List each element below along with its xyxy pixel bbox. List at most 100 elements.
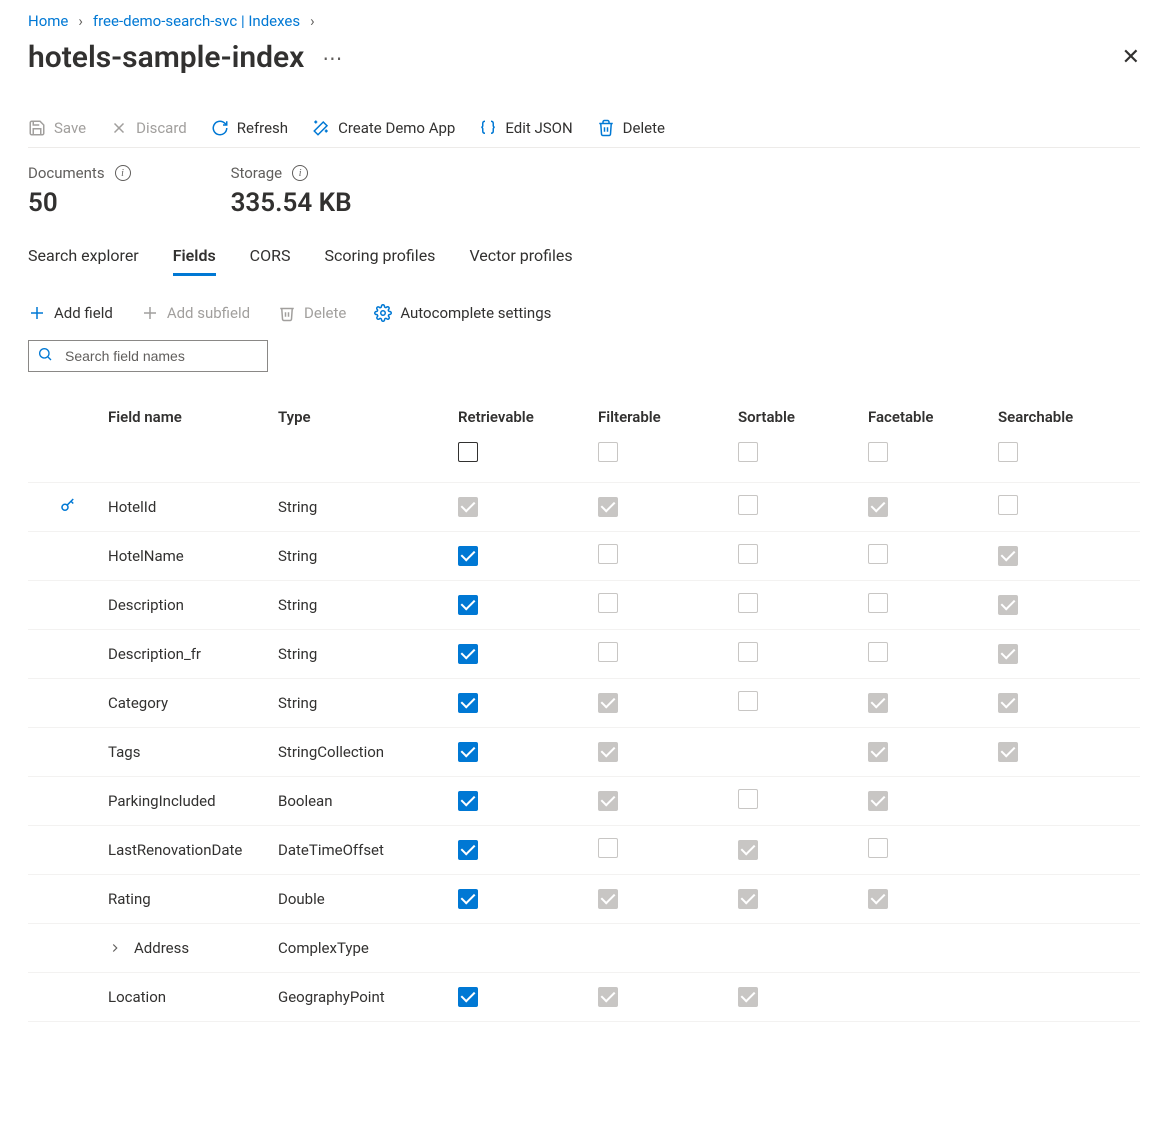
field-row[interactable]: LocationGeographyPoint xyxy=(28,973,1140,1022)
discard-icon xyxy=(110,119,128,137)
tab-vector-profiles[interactable]: Vector profiles xyxy=(469,246,572,276)
tab-cors[interactable]: CORS xyxy=(250,246,291,276)
edit-json-button[interactable]: Edit JSON xyxy=(479,119,572,137)
autocomplete-settings-button[interactable]: Autocomplete settings xyxy=(374,304,551,322)
field-row[interactable]: DescriptionString xyxy=(28,581,1140,630)
checkbox-retrievable[interactable] xyxy=(458,595,478,615)
checkbox-retrievable[interactable] xyxy=(458,742,478,762)
tab-search-explorer[interactable]: Search explorer xyxy=(28,246,139,276)
field-type: GeographyPoint xyxy=(278,988,458,1006)
checkbox-facetable[interactable] xyxy=(868,642,888,662)
checkbox-sortable xyxy=(738,740,758,760)
checkbox-searchable xyxy=(998,936,1018,956)
checkbox-retrievable[interactable] xyxy=(458,889,478,909)
fields-table: Field name Type Retrievable Filterable S… xyxy=(28,396,1140,1022)
field-row[interactable]: LastRenovationDateDateTimeOffset xyxy=(28,826,1140,875)
wand-icon xyxy=(312,119,330,137)
search-field-names-box[interactable] xyxy=(28,340,268,372)
delete-button[interactable]: Delete xyxy=(597,119,665,137)
field-type: String xyxy=(278,645,458,663)
field-row[interactable]: CategoryString xyxy=(28,679,1140,728)
checkbox-retrievable[interactable] xyxy=(458,644,478,664)
add-field-button[interactable]: Add field xyxy=(28,304,113,322)
checkbox-filterable-all[interactable] xyxy=(598,442,618,462)
checkbox-sortable xyxy=(738,987,758,1007)
checkbox-sortable-all[interactable] xyxy=(738,442,758,462)
info-icon[interactable]: i xyxy=(115,165,131,181)
checkbox-filterable[interactable] xyxy=(598,593,618,613)
more-actions-button[interactable]: ⋯ xyxy=(322,46,344,70)
search-icon xyxy=(37,346,53,366)
checkbox-retrievable-all[interactable] xyxy=(458,442,478,462)
chevron-right-icon[interactable] xyxy=(108,941,122,955)
tab-fields[interactable]: Fields xyxy=(173,246,216,276)
checkbox-facetable[interactable] xyxy=(868,544,888,564)
trash-icon xyxy=(597,119,615,137)
breadcrumb-home[interactable]: Home xyxy=(28,12,68,30)
field-row[interactable]: ParkingIncludedBoolean xyxy=(28,777,1140,826)
checkbox-searchable-all[interactable] xyxy=(998,442,1018,462)
checkbox-searchable xyxy=(998,887,1018,907)
create-demo-app-button[interactable]: Create Demo App xyxy=(312,119,455,137)
checkbox-sortable[interactable] xyxy=(738,691,758,711)
checkbox-sortable[interactable] xyxy=(738,789,758,809)
field-type: StringCollection xyxy=(278,743,458,761)
trash-icon xyxy=(278,304,296,322)
col-facetable: Facetable xyxy=(868,408,998,426)
storage-value: 335.54 KB xyxy=(231,188,352,218)
plus-icon xyxy=(141,304,159,322)
search-input[interactable] xyxy=(63,347,259,365)
checkbox-filterable[interactable] xyxy=(598,642,618,662)
checkbox-filterable[interactable] xyxy=(598,838,618,858)
field-row[interactable]: TagsStringCollection xyxy=(28,728,1140,777)
checkbox-retrievable[interactable] xyxy=(458,840,478,860)
checkbox-facetable xyxy=(868,936,888,956)
checkbox-sortable[interactable] xyxy=(738,642,758,662)
checkbox-retrievable[interactable] xyxy=(458,987,478,1007)
checkbox-facetable xyxy=(868,742,888,762)
field-row[interactable]: HotelNameString xyxy=(28,532,1140,581)
checkbox-facetable[interactable] xyxy=(868,838,888,858)
field-row[interactable]: Description_frString xyxy=(28,630,1140,679)
field-row[interactable]: AddressComplexType xyxy=(28,924,1140,973)
checkbox-searchable xyxy=(998,693,1018,713)
close-button[interactable]: ✕ xyxy=(1122,45,1140,70)
refresh-button[interactable]: Refresh xyxy=(211,119,288,137)
tabs-bar: Search explorer Fields CORS Scoring prof… xyxy=(28,246,1140,276)
info-icon[interactable]: i xyxy=(292,165,308,181)
breadcrumb-service[interactable]: free-demo-search-svc | Indexes xyxy=(93,12,300,30)
col-field-name: Field name xyxy=(108,408,278,426)
checkbox-facetable-all[interactable] xyxy=(868,442,888,462)
save-label: Save xyxy=(54,119,86,137)
checkbox-sortable[interactable] xyxy=(738,495,758,515)
refresh-icon xyxy=(211,119,229,137)
field-row[interactable]: RatingDouble xyxy=(28,875,1140,924)
field-type: DateTimeOffset xyxy=(278,841,458,859)
refresh-label: Refresh xyxy=(237,119,288,137)
field-row[interactable]: HotelIdString xyxy=(28,483,1140,532)
checkbox-sortable[interactable] xyxy=(738,544,758,564)
documents-value: 50 xyxy=(28,188,131,218)
save-button: Save xyxy=(28,119,86,137)
field-name: Rating xyxy=(108,890,151,908)
discard-button: Discard xyxy=(110,119,187,137)
checkbox-sortable[interactable] xyxy=(738,593,758,613)
checkbox-sortable xyxy=(738,889,758,909)
checkbox-filterable xyxy=(598,693,618,713)
checkbox-searchable xyxy=(998,985,1018,1005)
fields-toolbar: Add field Add subfield Delete Autocomple… xyxy=(28,304,1140,322)
checkbox-searchable[interactable] xyxy=(998,495,1018,515)
col-searchable: Searchable xyxy=(998,408,1098,426)
tab-scoring-profiles[interactable]: Scoring profiles xyxy=(324,246,435,276)
checkbox-filterable[interactable] xyxy=(598,544,618,564)
checkbox-retrievable[interactable] xyxy=(458,791,478,811)
add-subfield-button: Add subfield xyxy=(141,304,250,322)
add-subfield-label: Add subfield xyxy=(167,304,250,322)
checkbox-facetable[interactable] xyxy=(868,593,888,613)
checkbox-retrievable[interactable] xyxy=(458,693,478,713)
checkbox-searchable xyxy=(998,838,1018,858)
field-name: Description xyxy=(108,596,184,614)
checkbox-retrievable[interactable] xyxy=(458,546,478,566)
storage-label: Storage xyxy=(231,164,283,182)
col-type: Type xyxy=(278,408,458,426)
